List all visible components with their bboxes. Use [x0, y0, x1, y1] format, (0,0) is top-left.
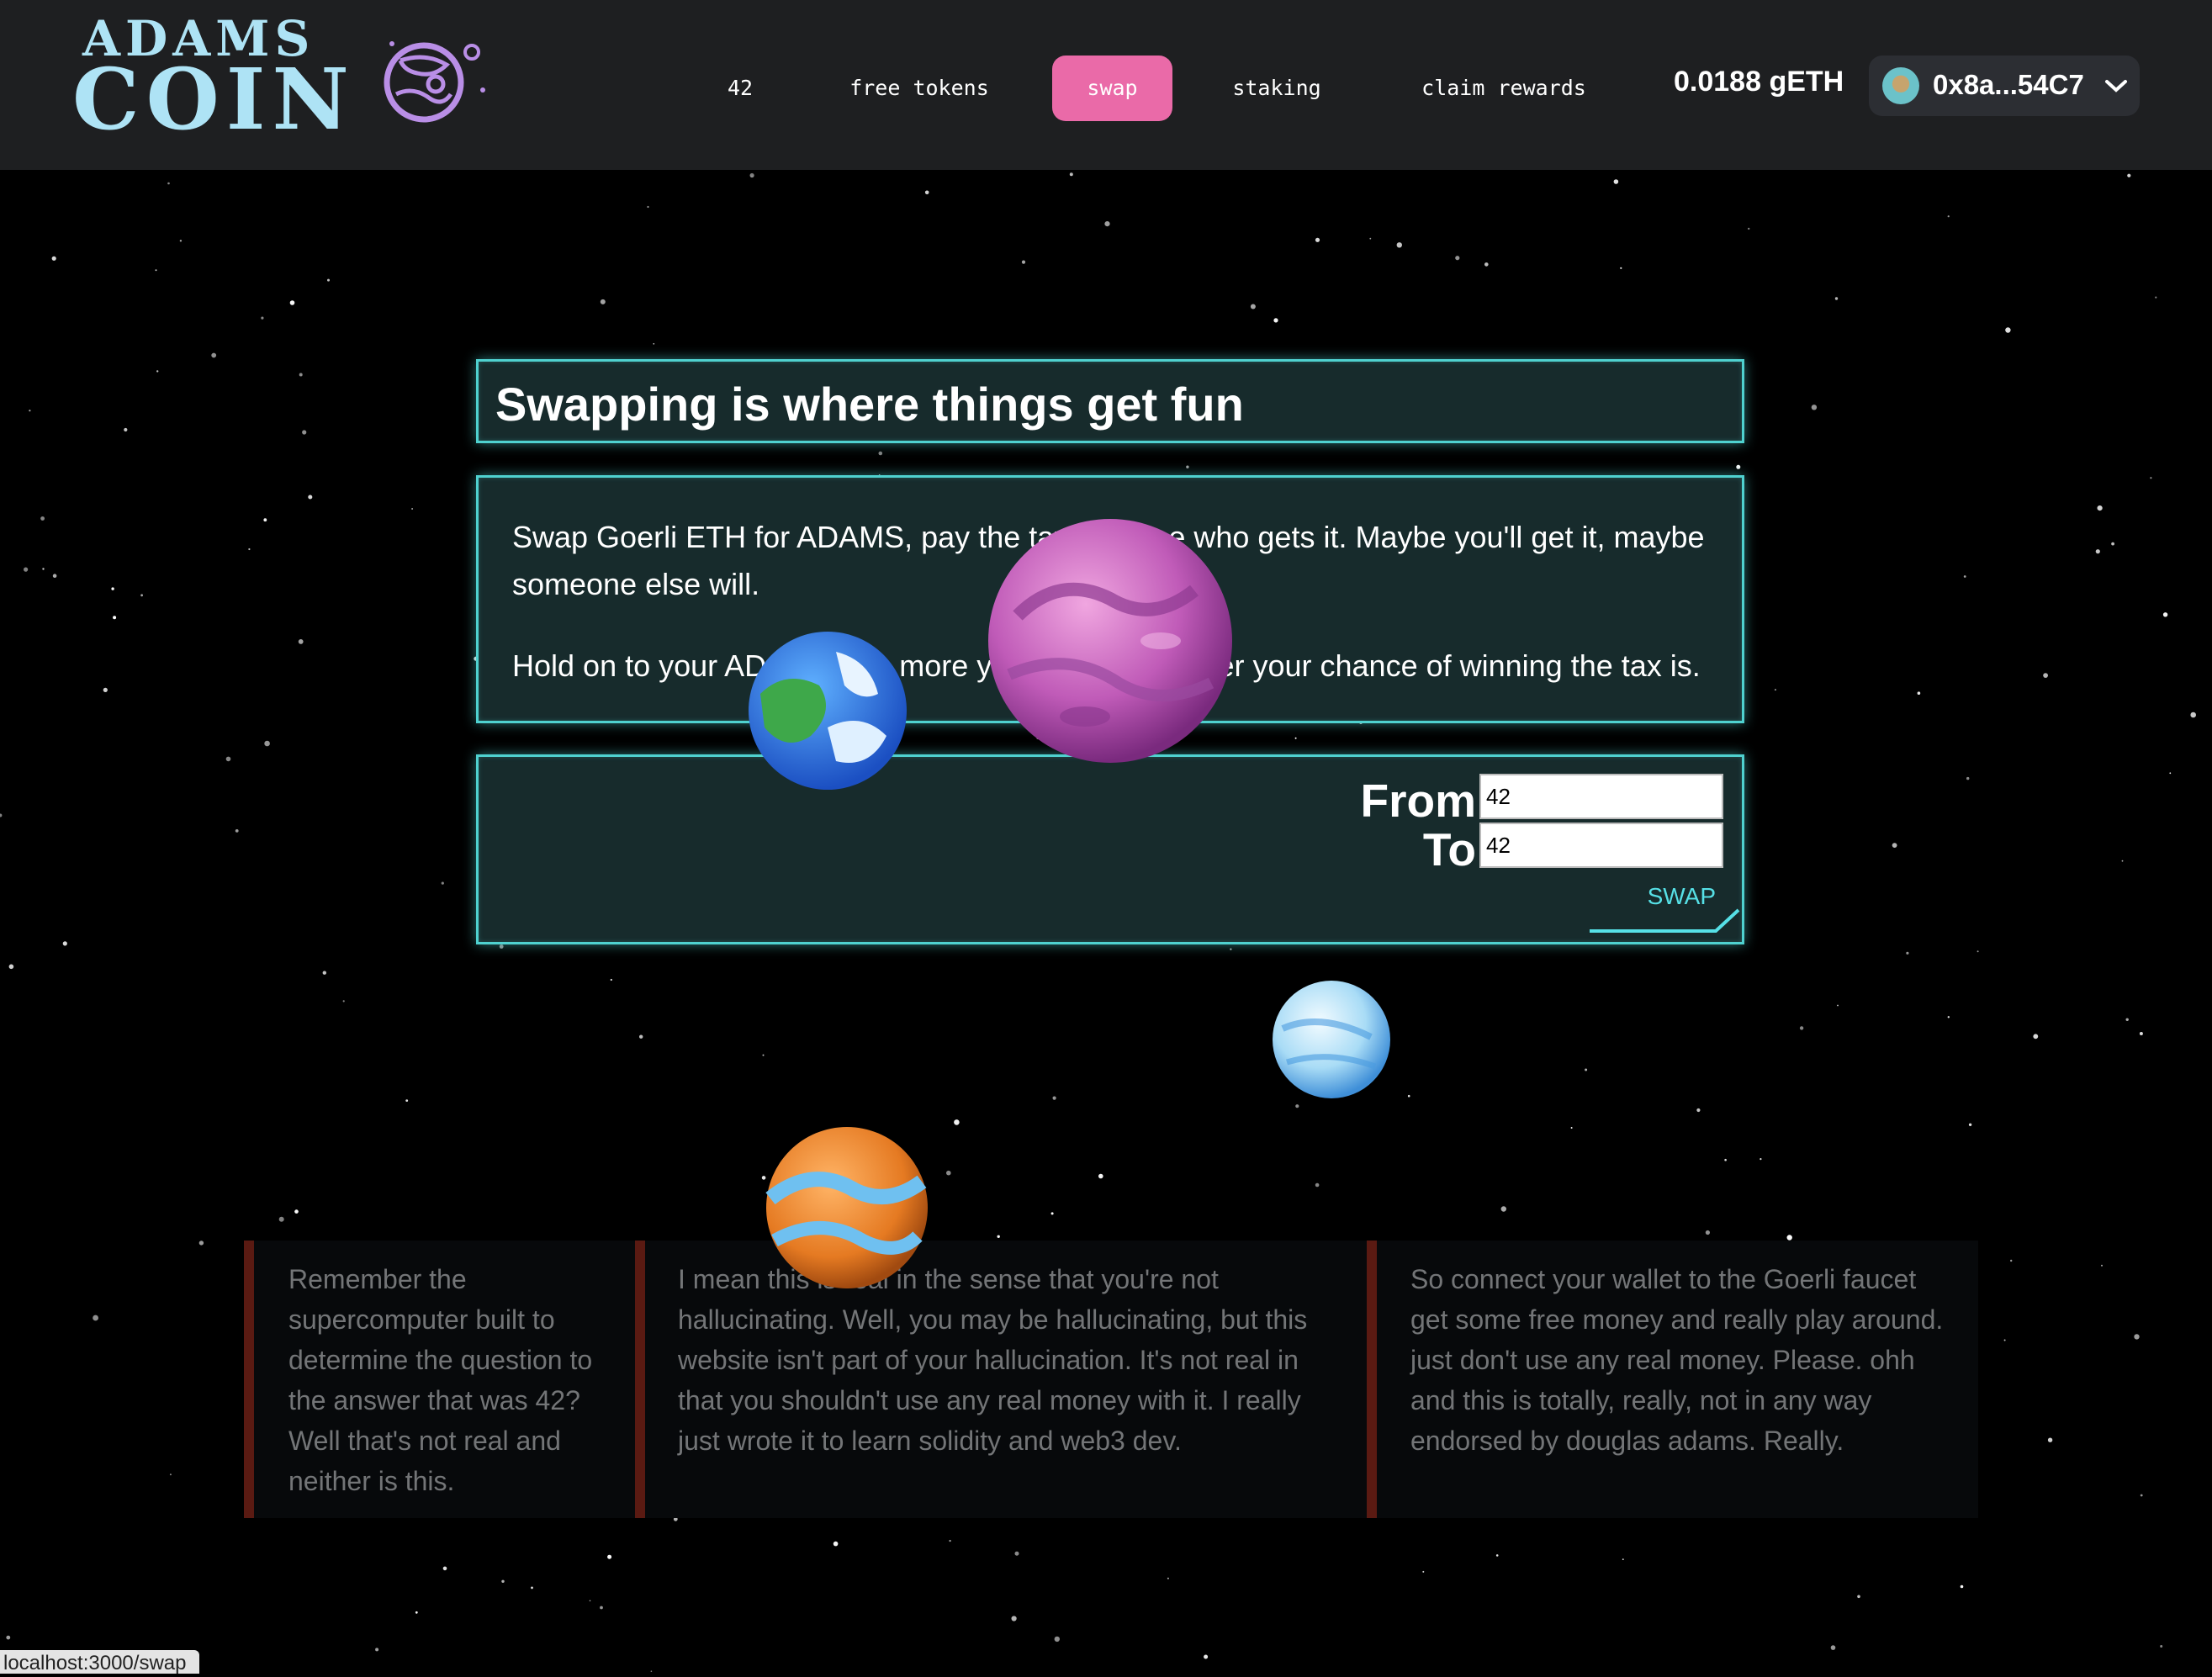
adams-coin-logo[interactable]: ADAMS COIN: [72, 10, 510, 145]
account-button[interactable]: 0x8a...54C7: [1869, 56, 2140, 116]
nav-item-free-tokens[interactable]: free tokens: [831, 56, 1008, 121]
card-accent-bar: [1367, 1241, 1377, 1518]
swap-button-underline: [1590, 908, 1740, 933]
info-card-text: So connect your wallet to the Goerli fau…: [1410, 1264, 1944, 1456]
swap-form-panel: From To SWAP: [476, 754, 1744, 944]
info-card-text: I mean this is real in the sense that yo…: [678, 1264, 1308, 1456]
info-cards: Remember the supercomputer built to dete…: [244, 1241, 1978, 1518]
nav-item-staking[interactable]: staking: [1218, 56, 1336, 121]
description-paragraph-2: Hold on to your ADAMS, the more you have…: [512, 648, 1701, 683]
eth-balance: 0.0188 gETH: [1674, 66, 1844, 98]
account-avatar-icon: [1882, 67, 1919, 104]
description-panel: Swap Goerli ETH for ADAMS, pay the tax a…: [476, 475, 1744, 723]
info-card: I mean this is real in the sense that yo…: [635, 1241, 1367, 1518]
top-nav-bar: ADAMS COIN 42 free tokens swap staking c…: [0, 0, 2212, 170]
nav-item-claim-rewards[interactable]: claim rewards: [1401, 56, 1606, 121]
nav-item-42[interactable]: 42: [706, 56, 774, 121]
to-label: To: [1422, 823, 1476, 876]
swap-button[interactable]: SWAP: [1590, 883, 1741, 934]
to-amount-input[interactable]: [1479, 823, 1723, 868]
from-amount-input[interactable]: [1479, 774, 1723, 819]
nav-item-swap[interactable]: swap: [1052, 56, 1172, 121]
info-card: Remember the supercomputer built to dete…: [244, 1241, 635, 1518]
title-panel: Swapping is where things get fun: [476, 359, 1744, 443]
page-title: Swapping is where things get fun: [495, 378, 1244, 431]
planet-icon: [384, 41, 485, 123]
account-address: 0x8a...54C7: [1933, 69, 2084, 100]
card-accent-bar: [635, 1241, 645, 1518]
info-card-text: Remember the supercomputer built to dete…: [288, 1264, 593, 1496]
chevron-down-icon: [2105, 80, 2127, 93]
from-label: From: [1360, 775, 1477, 827]
card-accent-bar: [244, 1241, 254, 1518]
description-paragraph-1: Swap Goerli ETH for ADAMS, pay the tax a…: [512, 520, 1705, 601]
logo-text-coin: COIN: [72, 50, 356, 149]
info-card: So connect your wallet to the Goerli fau…: [1367, 1241, 1978, 1518]
status-bar-url: localhost:3000/swap: [0, 1650, 200, 1674]
